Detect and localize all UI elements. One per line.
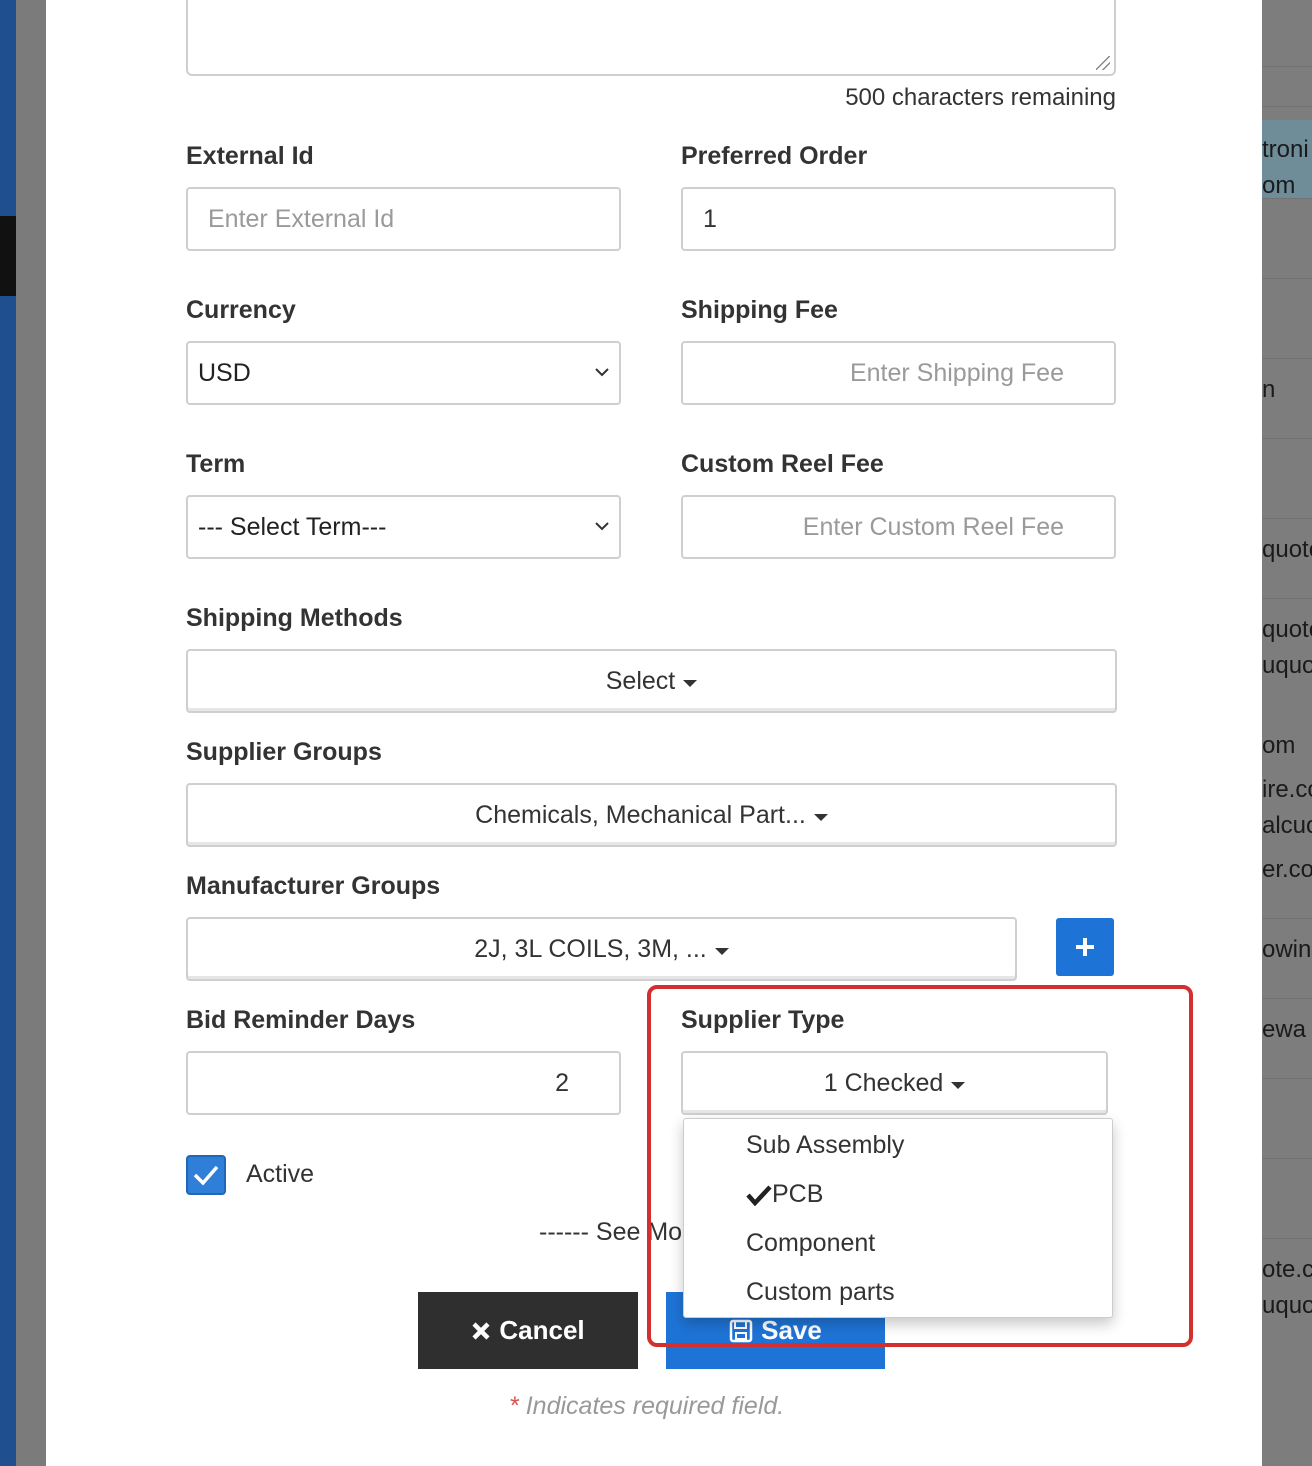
shipping-methods-multiselect[interactable]: Select [186, 649, 1117, 713]
preferred-order-input[interactable]: 1 [681, 187, 1116, 251]
background-text: om [1262, 172, 1296, 199]
background-page-right: troni om n quote quote uquo om ire.co al… [1262, 0, 1312, 1466]
notes-textarea[interactable] [186, 0, 1116, 76]
bid-reminder-days-label: Bid Reminder Days [186, 1006, 416, 1034]
background-text: ote.c [1262, 1256, 1312, 1283]
background-text: owin [1262, 936, 1312, 963]
supplier-type-dropdown-menu: Sub Assembly PCB Component Custom parts [683, 1118, 1113, 1318]
background-page-left [16, 0, 46, 1466]
background-text: n [1262, 376, 1276, 403]
chevron-down-icon [595, 522, 609, 531]
caret-down-icon [813, 813, 828, 821]
term-selected-value: --- Select Term--- [198, 512, 387, 541]
characters-remaining: 500 characters remaining [845, 84, 1116, 111]
external-id-input[interactable]: Enter External Id [186, 187, 621, 251]
shipping-methods-button-text: Select [605, 666, 676, 695]
background-text: ewa [1262, 1016, 1307, 1043]
caret-down-icon [951, 1081, 966, 1089]
currency-selected-value: USD [198, 358, 251, 387]
preferred-order-label: Preferred Order [681, 142, 868, 170]
background-text: quote [1262, 616, 1312, 643]
custom-reel-fee-label: Custom Reel Fee [681, 450, 884, 478]
caret-down-icon [683, 679, 698, 687]
supplier-type-button-text: 1 Checked [823, 1068, 944, 1097]
background-text: quote [1262, 536, 1312, 563]
option-label: PCB [772, 1180, 824, 1208]
custom-reel-fee-input[interactable]: Enter Custom Reel Fee [681, 495, 1116, 559]
supplier-groups-button-text: Chemicals, Mechanical Part... [475, 800, 806, 829]
active-label: Active [246, 1160, 315, 1188]
supplier-type-option[interactable]: Sub Assembly [746, 1131, 904, 1160]
shipping-methods-label: Shipping Methods [186, 604, 403, 632]
plus-icon [1076, 938, 1094, 956]
checkmark-icon [193, 1165, 219, 1186]
caret-down-icon [714, 947, 729, 955]
supplier-groups-label: Supplier Groups [186, 738, 382, 766]
manufacturer-groups-multiselect[interactable]: 2J, 3L COILS, 3M, ... [186, 917, 1017, 981]
required-note-text: Indicates required field. [525, 1392, 785, 1420]
background-text: er.co [1262, 856, 1312, 883]
supplier-type-option[interactable]: Component [746, 1229, 875, 1258]
add-manufacturer-group-button[interactable] [1056, 918, 1114, 976]
close-icon [472, 1321, 490, 1340]
checkmark-icon [746, 1184, 772, 1206]
background-text: ire.co [1262, 776, 1312, 803]
background-text: alcuo [1262, 812, 1312, 839]
required-star: * [510, 1392, 520, 1420]
save-button-label: Save [761, 1315, 822, 1345]
supplier-type-multiselect[interactable]: 1 Checked [681, 1051, 1108, 1115]
option-label: Sub Assembly [746, 1131, 905, 1159]
background-text: troni [1262, 136, 1309, 163]
background-text: uquo [1262, 652, 1312, 679]
option-label: Custom parts [746, 1278, 895, 1306]
background-text: uquo [1262, 1292, 1312, 1319]
see-more-link[interactable]: ------ See Mo [539, 1218, 682, 1247]
supplier-type-option-checked[interactable]: PCB [746, 1180, 823, 1209]
external-id-label: External Id [186, 142, 314, 170]
required-field-note: * Indicates required field. [510, 1392, 784, 1421]
manufacturer-groups-button-text: 2J, 3L COILS, 3M, ... [474, 934, 707, 963]
manufacturer-groups-label: Manufacturer Groups [186, 872, 441, 900]
background-sidebar-active [0, 216, 16, 296]
supplier-type-option[interactable]: Custom parts [746, 1278, 895, 1307]
bid-reminder-days-input[interactable]: 2 [186, 1051, 621, 1115]
active-checkbox[interactable] [186, 1155, 226, 1195]
currency-select[interactable]: USD [186, 341, 621, 405]
resize-grip-icon[interactable] [1096, 56, 1110, 70]
supplier-groups-multiselect[interactable]: Chemicals, Mechanical Part... [186, 783, 1117, 847]
cancel-button[interactable]: Cancel [418, 1292, 638, 1369]
option-label: Component [746, 1229, 876, 1257]
currency-label: Currency [186, 296, 296, 324]
chevron-down-icon [595, 368, 609, 377]
floppy-disk-icon [729, 1319, 753, 1342]
background-text: om [1262, 732, 1296, 759]
supplier-type-label: Supplier Type [681, 1006, 845, 1034]
term-label: Term [186, 450, 246, 478]
term-select[interactable]: --- Select Term--- [186, 495, 621, 559]
shipping-fee-label: Shipping Fee [681, 296, 838, 324]
shipping-fee-input[interactable]: Enter Shipping Fee [681, 341, 1116, 405]
cancel-button-label: Cancel [499, 1315, 585, 1345]
